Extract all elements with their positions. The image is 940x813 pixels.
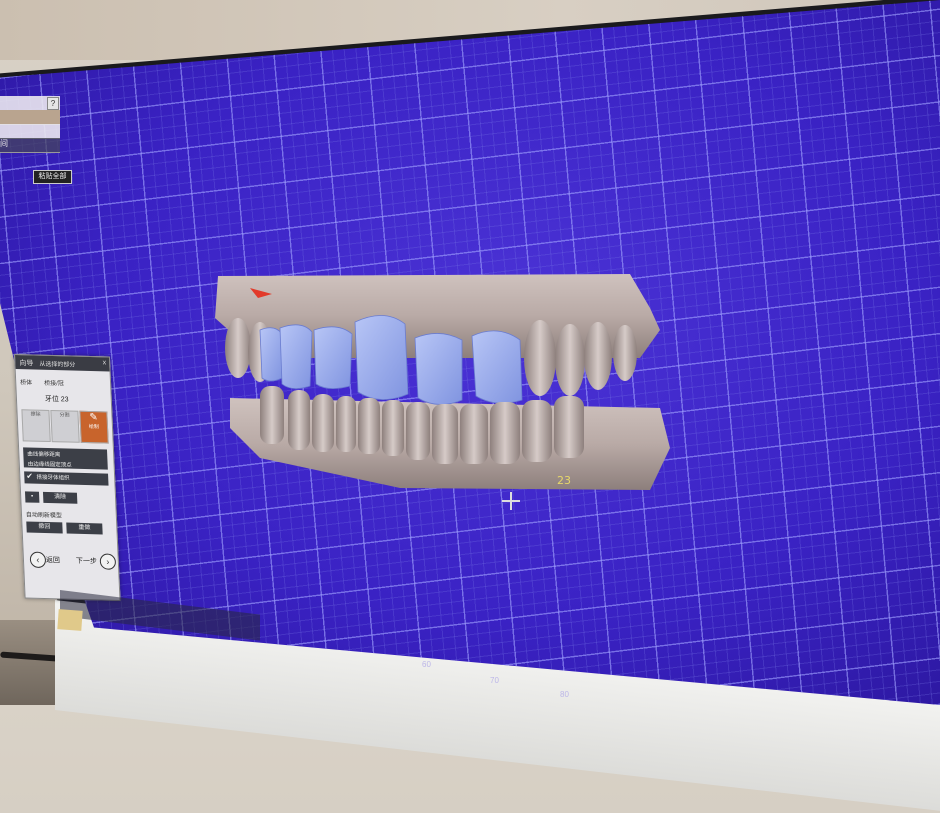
split-tool-label: 分割 (59, 412, 70, 419)
redo-button[interactable]: 重做 (66, 522, 103, 535)
wizard-panel: 向导 从选择的部分 x 桥体 桥接/冠 牙位 23 擦除 分割 ✎ 绘制 曲线偏… (14, 354, 121, 602)
wizard-title: 向导 (19, 360, 34, 368)
paste-all-button[interactable]: 粘贴全部 (33, 170, 72, 184)
clear-icon[interactable]: ▪ (24, 491, 40, 503)
erase-tool-button[interactable]: 擦除 (21, 409, 51, 443)
option-label: 由边缘线固定顶点 (27, 461, 72, 469)
erase-tool-label: 擦除 (30, 411, 41, 418)
sticker-tag (57, 609, 83, 631)
draw-tool-label: 绘制 (88, 424, 100, 431)
clear-button[interactable]: 清除 (42, 491, 78, 504)
panel-row-label: 间 (0, 138, 60, 153)
checkbox-label: 搭接牙体组织 (36, 474, 70, 482)
panel-row[interactable] (0, 110, 60, 125)
back-arrow-icon[interactable]: ‹ (29, 551, 47, 569)
field-label: 桥体 (20, 380, 33, 387)
ruler-tick-label: 60 (422, 660, 431, 669)
undo-button[interactable]: 撤回 (26, 521, 63, 534)
ruler-tick-label: 70 (490, 676, 499, 685)
panel-row[interactable] (0, 124, 60, 139)
dental-model[interactable] (200, 268, 680, 498)
checkmark-icon: ✔ (26, 471, 34, 481)
wizard-header: 向导 从选择的部分 x (15, 355, 110, 372)
wizard-subtitle: 从选择的部分 (39, 361, 76, 369)
help-button[interactable]: ? (47, 97, 59, 110)
pencil-icon: ✎ (89, 412, 99, 424)
tooth-label: 牙位 23 (44, 395, 69, 404)
ruler-tick-label: 80 (560, 690, 569, 699)
draw-tool-button[interactable]: ✎ 绘制 (79, 410, 109, 444)
tooth-number-label: 23 (557, 474, 571, 487)
next-label[interactable]: 下一步 (76, 556, 97, 567)
option-item[interactable]: 曲线偏移距离 由边缘线固定顶点 (23, 447, 108, 470)
crosshair-icon (510, 492, 512, 510)
next-arrow-icon[interactable]: › (99, 553, 117, 570)
close-icon[interactable]: x (103, 359, 107, 366)
checkbox-item[interactable]: ✔ 搭接牙体组织 (24, 471, 109, 486)
field-value[interactable]: 桥接/冠 (44, 378, 64, 388)
toggle-label[interactable]: 自动刷新模型 (26, 509, 62, 519)
tool-row: 擦除 分割 ✎ 绘制 (21, 409, 109, 444)
back-label[interactable]: 返回 (46, 555, 60, 565)
split-tool-button[interactable]: 分割 (50, 410, 80, 443)
